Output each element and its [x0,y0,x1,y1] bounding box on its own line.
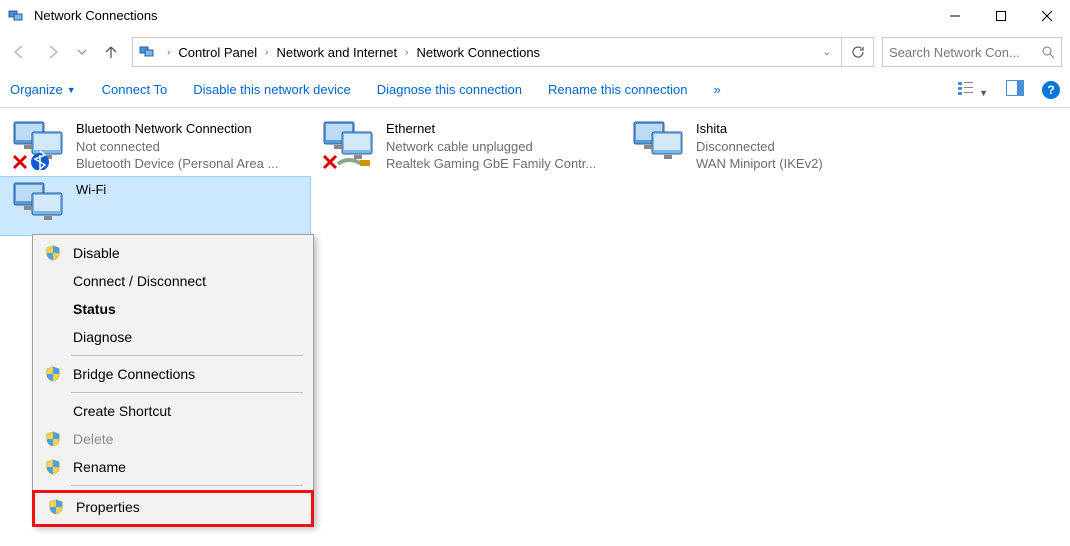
app-icon [8,7,26,25]
search-box[interactable]: Search Network Con... [882,37,1062,67]
view-options-icon[interactable]: ▼ [957,80,988,99]
menu-item-bridge-connections[interactable]: Bridge Connections [35,360,311,388]
breadcrumb-item[interactable]: Control Panel [176,43,259,62]
organize-menu[interactable]: Organize▼ [10,82,76,97]
chevron-right-icon[interactable]: › [399,47,414,58]
menu-item-label: Create Shortcut [73,403,171,419]
window-title: Network Connections [34,8,932,23]
network-icon [10,120,66,170]
chevron-right-icon[interactable]: › [161,47,176,58]
connection-status: Not connected [76,138,304,156]
menu-item-label: Bridge Connections [73,366,195,382]
shield-icon [43,459,63,475]
breadcrumb-item[interactable]: Network Connections [415,43,543,62]
connection-name: Bluetooth Network Connection [76,120,304,138]
connection-item[interactable]: Wi-Fi [0,177,310,235]
highlighted-menu-item: Properties [32,490,314,527]
preview-pane-icon[interactable] [1006,80,1024,99]
menu-item-label: Rename [73,459,126,475]
connection-device: Bluetooth Device (Personal Area ... [76,155,304,173]
shield-icon [43,366,63,382]
menu-item-connect-disconnect[interactable]: Connect / Disconnect [35,267,311,295]
search-icon [1041,45,1055,59]
menu-item-properties[interactable]: Properties [38,493,308,521]
network-icon [320,120,376,170]
rename-button[interactable]: Rename this connection [548,82,687,97]
content-area: Bluetooth Network ConnectionNot connecte… [0,108,1070,235]
connect-to-button[interactable]: Connect To [102,82,168,97]
connection-name: Wi-Fi [76,181,304,199]
menu-item-label: Properties [76,499,140,515]
shield-icon [43,431,63,447]
back-button[interactable] [6,39,32,65]
shield-icon [43,245,63,261]
command-bar: Organize▼ Connect To Disable this networ… [0,72,1070,108]
diagnose-button[interactable]: Diagnose this connection [377,82,522,97]
shield-icon [46,499,66,515]
menu-item-label: Connect / Disconnect [73,273,206,289]
network-icon [10,181,66,231]
menu-separator [71,355,303,356]
refresh-button[interactable] [842,37,874,67]
overflow-button[interactable]: » [713,82,720,97]
connection-name: Ethernet [386,120,614,138]
minimize-button[interactable] [932,0,978,32]
forward-button[interactable] [40,39,66,65]
connection-status: Network cable unplugged [386,138,614,156]
menu-item-rename[interactable]: Rename [35,453,311,481]
titlebar: Network Connections [0,0,1070,32]
up-button[interactable] [98,39,124,65]
connection-device: Realtek Gaming GbE Family Contr... [386,155,614,173]
network-icon [630,120,686,170]
nav-row: › Control Panel › Network and Internet ›… [0,32,1070,72]
menu-item-label: Diagnose [73,329,132,345]
connection-name: Ishita [696,120,924,138]
menu-item-create-shortcut[interactable]: Create Shortcut [35,397,311,425]
context-menu: Disable Connect / Disconnect Status Diagnos… [32,234,314,526]
menu-item-disable[interactable]: Disable [35,239,311,267]
maximize-button[interactable] [978,0,1024,32]
connection-device: WAN Miniport (IKEv2) [696,155,924,173]
menu-item-label: Disable [73,245,120,261]
connection-item[interactable]: IshitaDisconnectedWAN Miniport (IKEv2) [620,116,930,177]
location-icon [139,43,157,61]
help-icon[interactable]: ? [1042,81,1060,99]
menu-item-delete: Delete [35,425,311,453]
menu-item-label: Status [73,301,116,317]
breadcrumb-item[interactable]: Network and Internet [274,43,399,62]
disable-device-button[interactable]: Disable this network device [193,82,351,97]
search-placeholder: Search Network Con... [889,45,1020,60]
recent-dropdown[interactable] [74,39,90,65]
address-bar[interactable]: › Control Panel › Network and Internet ›… [132,37,842,67]
close-button[interactable] [1024,0,1070,32]
menu-item-status[interactable]: Status [35,295,311,323]
menu-item-diagnose[interactable]: Diagnose [35,323,311,351]
connection-item[interactable]: EthernetNetwork cable unpluggedRealtek G… [310,116,620,177]
menu-item-label: Delete [73,431,113,447]
menu-separator [71,485,303,486]
menu-separator [71,392,303,393]
connection-item[interactable]: Bluetooth Network ConnectionNot connecte… [0,116,310,177]
connection-status: Disconnected [696,138,924,156]
chevron-right-icon[interactable]: › [259,47,274,58]
address-dropdown[interactable]: ⌄ [819,47,835,58]
